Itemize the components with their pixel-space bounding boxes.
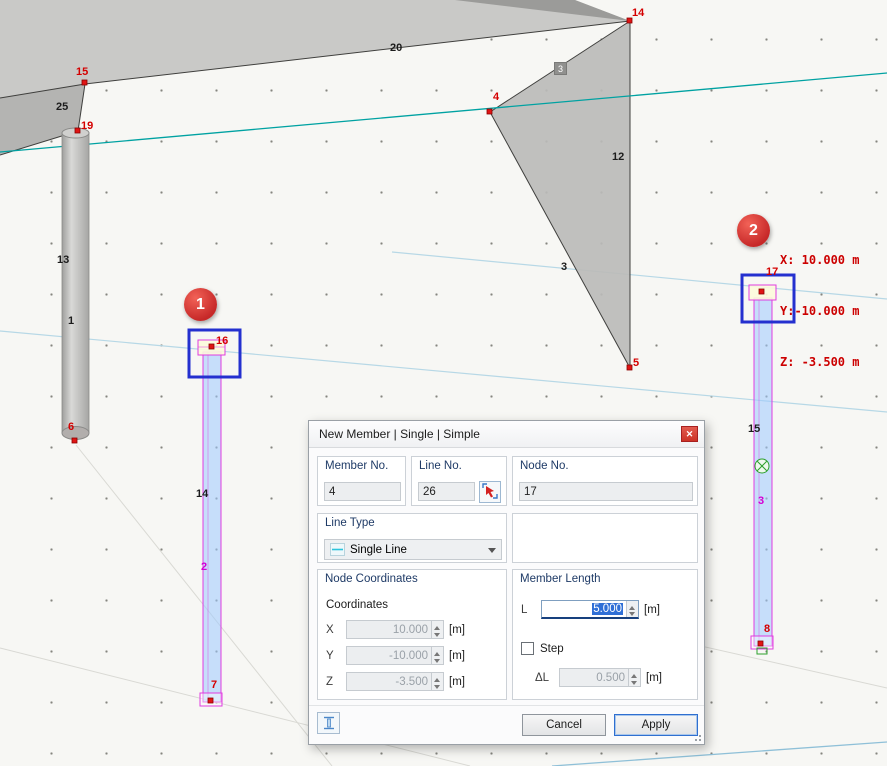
node-label: 5 — [633, 357, 639, 369]
node-label: 6 — [68, 421, 74, 433]
line-label: 15 — [748, 423, 760, 435]
unit-label: [m] — [449, 624, 465, 636]
close-icon: ✕ — [686, 429, 694, 440]
member-options-button[interactable] — [317, 712, 340, 734]
footer-divider — [309, 705, 704, 706]
model-workspace[interactable]: 15 25 19 20 14 4 12 3 5 13 1 6 16 14 2 7… — [0, 0, 887, 766]
annotation-badge-2: 2 — [737, 214, 770, 247]
member-label: 1 — [68, 315, 74, 327]
member-support-icon — [321, 715, 337, 731]
spinner[interactable] — [626, 601, 638, 617]
node-coordinates-label: Node Coordinates — [325, 573, 418, 585]
coordinate-line-y: Y:-10.000 m — [780, 303, 859, 320]
selected-value: 5.000 — [592, 603, 623, 615]
coord-y-input[interactable]: -10.000 — [346, 646, 444, 665]
member-length-label: Member Length — [520, 573, 601, 585]
length-axis-label: L — [521, 604, 541, 616]
cancel-button[interactable]: Cancel — [522, 714, 606, 736]
annotation-badge-1: 1 — [184, 288, 217, 321]
unit-label: [m] — [449, 650, 465, 662]
coord-z-input[interactable]: -3.500 — [346, 672, 444, 691]
delta-l-label: ΔL — [535, 672, 559, 684]
step-length-input[interactable]: 0.500 — [559, 668, 641, 687]
line-label: 13 — [57, 254, 69, 266]
length-input[interactable]: 5.000 — [541, 600, 639, 619]
line-label: 14 — [196, 488, 208, 500]
surface-number-chip: 3 — [554, 62, 567, 75]
axis-line — [0, 73, 887, 152]
new-member-dialog: New Member | Single | Simple ✕ Member No… — [308, 420, 705, 745]
node-no-input[interactable]: 17 — [519, 482, 693, 501]
coord-axis-label: Y — [326, 650, 346, 662]
node-no-value: 17 — [524, 486, 537, 498]
line-no-group: Line No. 26 — [411, 456, 507, 506]
single-line-icon — [330, 543, 345, 556]
member-length-group: Member Length L 5.000 [m] Step ΔL 0.500 — [512, 569, 698, 700]
member-no-input[interactable]: 4 — [324, 482, 401, 501]
line-no-label: Line No. — [419, 460, 462, 472]
chevron-down-icon — [488, 548, 496, 557]
step-checkbox[interactable] — [521, 642, 534, 655]
node-label: 14 — [632, 7, 644, 19]
apply-button[interactable]: Apply — [614, 714, 698, 736]
dialog-title: New Member | Single | Simple — [319, 427, 480, 441]
unit-label: [m] — [449, 676, 465, 688]
unit-label: [m] — [646, 672, 662, 684]
node-no-label: Node No. — [520, 460, 569, 472]
spinner[interactable] — [431, 673, 443, 690]
line-type-value: Single Line — [350, 544, 407, 556]
spinner[interactable] — [628, 669, 640, 686]
coord-axis-label: X — [326, 624, 346, 636]
line-no-input[interactable]: 26 — [418, 482, 475, 501]
member-1[interactable] — [198, 340, 225, 706]
node-label: 7 — [211, 679, 217, 691]
member-2[interactable] — [749, 285, 776, 654]
node-label: 16 — [216, 335, 228, 347]
member-label: 3 — [758, 495, 764, 507]
line-no-value: 26 — [423, 486, 436, 498]
coord-x-input[interactable]: 10.000 — [346, 620, 444, 639]
close-button[interactable]: ✕ — [681, 426, 698, 442]
node-label: 17 — [766, 266, 778, 278]
pick-line-button[interactable] — [479, 481, 501, 503]
slab-surfaces[interactable] — [0, 0, 630, 368]
line-type-group: Line Type Single Line — [317, 513, 507, 563]
coordinate-line-z: Z: -3.500 m — [780, 354, 859, 371]
step-label: Step — [540, 643, 564, 655]
node-no-group: Node No. 17 — [512, 456, 698, 506]
line-type-label: Line Type — [325, 517, 375, 529]
column-cylinder[interactable] — [62, 128, 89, 440]
spinner[interactable] — [431, 621, 443, 638]
resize-grip[interactable] — [692, 732, 702, 742]
pick-arrow-icon — [481, 482, 499, 500]
unit-label: [m] — [644, 604, 660, 616]
coordinate-readout: X: 10.000 m Y:-10.000 m Z: -3.500 m — [780, 218, 859, 405]
line-label: 3 — [561, 261, 567, 273]
member-no-label: Member No. — [325, 460, 388, 472]
dialog-titlebar[interactable]: New Member | Single | Simple ✕ — [309, 421, 704, 448]
empty-group — [512, 513, 698, 563]
line-label: 12 — [612, 151, 624, 163]
node-label: 4 — [493, 91, 499, 103]
node-label: 8 — [764, 623, 770, 635]
node-coordinates-group: Node Coordinates Coordinates X 10.000 [m… — [317, 569, 507, 700]
coordinates-label: Coordinates — [326, 599, 388, 611]
line-label: 25 — [56, 101, 68, 113]
spinner[interactable] — [431, 647, 443, 664]
node-label: 15 — [76, 66, 88, 78]
member-no-value: 4 — [329, 486, 335, 498]
line-type-select[interactable]: Single Line — [324, 539, 502, 560]
coord-axis-label: Z — [326, 676, 346, 688]
coordinate-line-x: X: 10.000 m — [780, 252, 859, 269]
member-label: 2 — [201, 561, 207, 573]
node-label: 19 — [81, 120, 93, 132]
member-no-group: Member No. 4 — [317, 456, 406, 506]
line-label: 20 — [390, 42, 402, 54]
